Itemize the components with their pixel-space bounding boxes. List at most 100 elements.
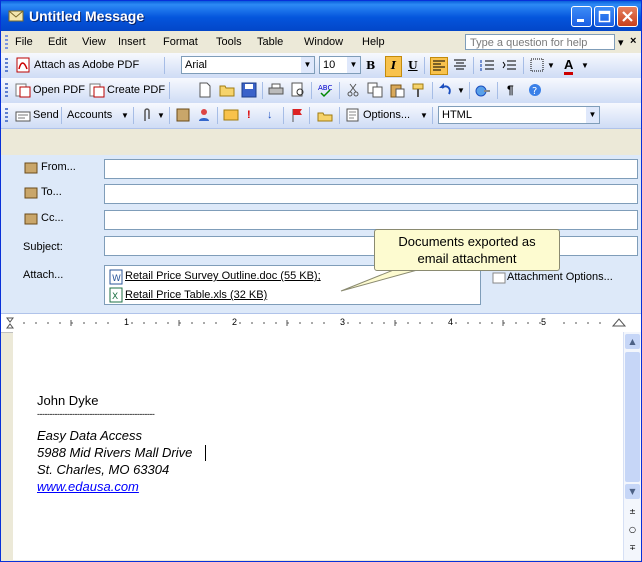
options-button[interactable]: Options...	[363, 109, 410, 121]
menu-tools[interactable]: Tools	[216, 36, 242, 48]
menu-table[interactable]: Table	[257, 36, 283, 48]
signature-name: John Dyke	[37, 393, 99, 408]
italic-button[interactable]: I	[385, 56, 402, 77]
formatting-toolbar: Attach as Adobe PDF Arial ▼ 10 ▼ B I U ▼ A…	[1, 53, 641, 79]
adobe-pdf-icon	[16, 57, 30, 73]
from-field[interactable]	[104, 159, 638, 179]
undo-icon[interactable]	[438, 82, 454, 98]
chevron-down-icon[interactable]: ▼	[121, 111, 129, 120]
align-center-icon[interactable]	[452, 57, 468, 73]
send-button[interactable]: Send	[33, 109, 59, 121]
message-format-select[interactable]: HTML ▼	[438, 106, 600, 124]
font-name-select[interactable]: Arial ▼	[181, 56, 315, 74]
create-pdf-button[interactable]: Create PDF	[107, 84, 165, 96]
previous-page-icon[interactable]: ±	[625, 504, 640, 519]
align-left-icon[interactable]	[430, 57, 448, 75]
envelope-icon	[8, 10, 24, 22]
copy-icon[interactable]	[367, 82, 383, 98]
new-document-icon[interactable]	[197, 82, 213, 98]
cc-field[interactable]	[104, 210, 638, 230]
maximize-button[interactable]	[594, 6, 615, 27]
attachment-link[interactable]: Retail Price Table.xls (32 KB)	[125, 289, 267, 301]
signature-icon[interactable]	[223, 107, 239, 123]
help-icon[interactable]: ?	[527, 82, 543, 98]
importance-low-icon[interactable]: ↓	[267, 109, 273, 121]
save-icon[interactable]	[241, 82, 257, 98]
address-book-icon	[24, 213, 38, 225]
toolbar-grip[interactable]	[5, 108, 8, 123]
horizontal-ruler[interactable]: 1 2 3 4 5	[1, 313, 641, 333]
chevron-down-icon[interactable]: ▼	[547, 61, 555, 70]
send-icon	[15, 111, 31, 122]
chevron-down-icon[interactable]: ▼	[420, 111, 428, 120]
borders-icon[interactable]	[529, 57, 545, 73]
svg-text:W: W	[112, 274, 121, 284]
attachment-options-button[interactable]: Attachment Options...	[507, 271, 613, 283]
toolbar-grip[interactable]	[5, 83, 8, 98]
scrollbar-thumb[interactable]	[625, 352, 640, 482]
print-icon[interactable]	[268, 82, 284, 98]
vertical-scrollbar[interactable]: ▲ ▼ ± ○ ∓	[623, 332, 641, 560]
accounts-button[interactable]: Accounts	[67, 109, 112, 121]
address-book-icon[interactable]	[175, 107, 191, 123]
chevron-down-icon[interactable]: ▼	[157, 111, 165, 120]
menu-help[interactable]: Help	[362, 36, 385, 48]
underline-button[interactable]: U	[408, 59, 418, 72]
callout-line-1: Documents exported as	[398, 234, 536, 249]
chevron-down-icon[interactable]: ▼	[581, 61, 589, 70]
paste-icon[interactable]	[389, 82, 405, 98]
toolbar-grip[interactable]	[5, 58, 8, 73]
check-names-icon[interactable]	[197, 107, 213, 123]
close-document-icon[interactable]: ×	[630, 35, 636, 47]
menu-view[interactable]: View	[82, 36, 106, 48]
paperclip-icon[interactable]	[139, 107, 155, 123]
ask-dropdown-arrow-icon[interactable]: ▾	[618, 36, 624, 49]
menu-window[interactable]: Window	[304, 36, 343, 48]
next-page-icon[interactable]: ∓	[625, 540, 640, 555]
importance-high-icon[interactable]: !	[247, 109, 251, 121]
menu-format[interactable]: Format	[163, 36, 198, 48]
minimize-icon	[577, 19, 584, 22]
font-size-value: 10	[323, 59, 336, 71]
menubar-grip[interactable]	[5, 35, 8, 49]
title-bar[interactable]: Untitled Message	[1, 1, 641, 31]
print-preview-icon[interactable]	[290, 82, 306, 98]
attach-as-adobe-pdf-button[interactable]: Attach as Adobe PDF	[34, 59, 139, 71]
permission-icon[interactable]	[317, 107, 333, 123]
open-folder-icon[interactable]	[219, 82, 235, 98]
from-button[interactable]: From...	[41, 161, 76, 173]
bold-button[interactable]: B	[366, 59, 375, 72]
insert-hyperlink-icon[interactable]	[475, 82, 491, 98]
follow-up-flag-icon[interactable]	[289, 107, 305, 123]
cc-button[interactable]: Cc...	[41, 212, 64, 224]
chevron-down-icon[interactable]: ▼	[457, 86, 465, 95]
address-book-icon	[24, 187, 38, 199]
close-button[interactable]	[617, 6, 638, 27]
numbering-icon[interactable]	[479, 57, 495, 73]
menu-edit[interactable]: Edit	[48, 36, 67, 48]
attach-button[interactable]: Attach...	[23, 269, 63, 281]
address-book-icon	[24, 162, 38, 174]
message-body[interactable]: John Dyke ------------------------------…	[13, 332, 623, 560]
pilcrow-icon[interactable]: ¶	[507, 83, 514, 97]
ask-a-question-box[interactable]: Type a question for help	[465, 34, 615, 50]
spelling-icon[interactable]: ABC	[317, 82, 333, 98]
menu-file[interactable]: File	[15, 36, 33, 48]
open-pdf-button[interactable]: Open PDF	[33, 84, 85, 96]
to-button[interactable]: To...	[41, 186, 62, 198]
menu-insert[interactable]: Insert	[118, 36, 146, 48]
create-pdf-icon	[89, 83, 105, 98]
ruler-label: 1	[124, 317, 130, 327]
scroll-up-arrow-icon[interactable]: ▲	[625, 334, 640, 349]
format-painter-icon[interactable]	[411, 82, 427, 98]
cut-icon[interactable]	[345, 82, 361, 98]
font-color-button[interactable]: A	[564, 57, 574, 75]
attachment-link[interactable]: Retail Price Survey Outline.doc (55 KB);	[125, 270, 321, 282]
to-field[interactable]	[104, 184, 638, 204]
signature-website-link[interactable]: www.edausa.com	[37, 479, 139, 494]
select-browse-object-icon[interactable]: ○	[625, 522, 640, 537]
increase-indent-icon[interactable]	[501, 57, 517, 73]
minimize-button[interactable]	[571, 6, 592, 27]
font-size-select[interactable]: 10 ▼	[319, 56, 361, 74]
scroll-down-arrow-icon[interactable]: ▼	[625, 484, 640, 499]
